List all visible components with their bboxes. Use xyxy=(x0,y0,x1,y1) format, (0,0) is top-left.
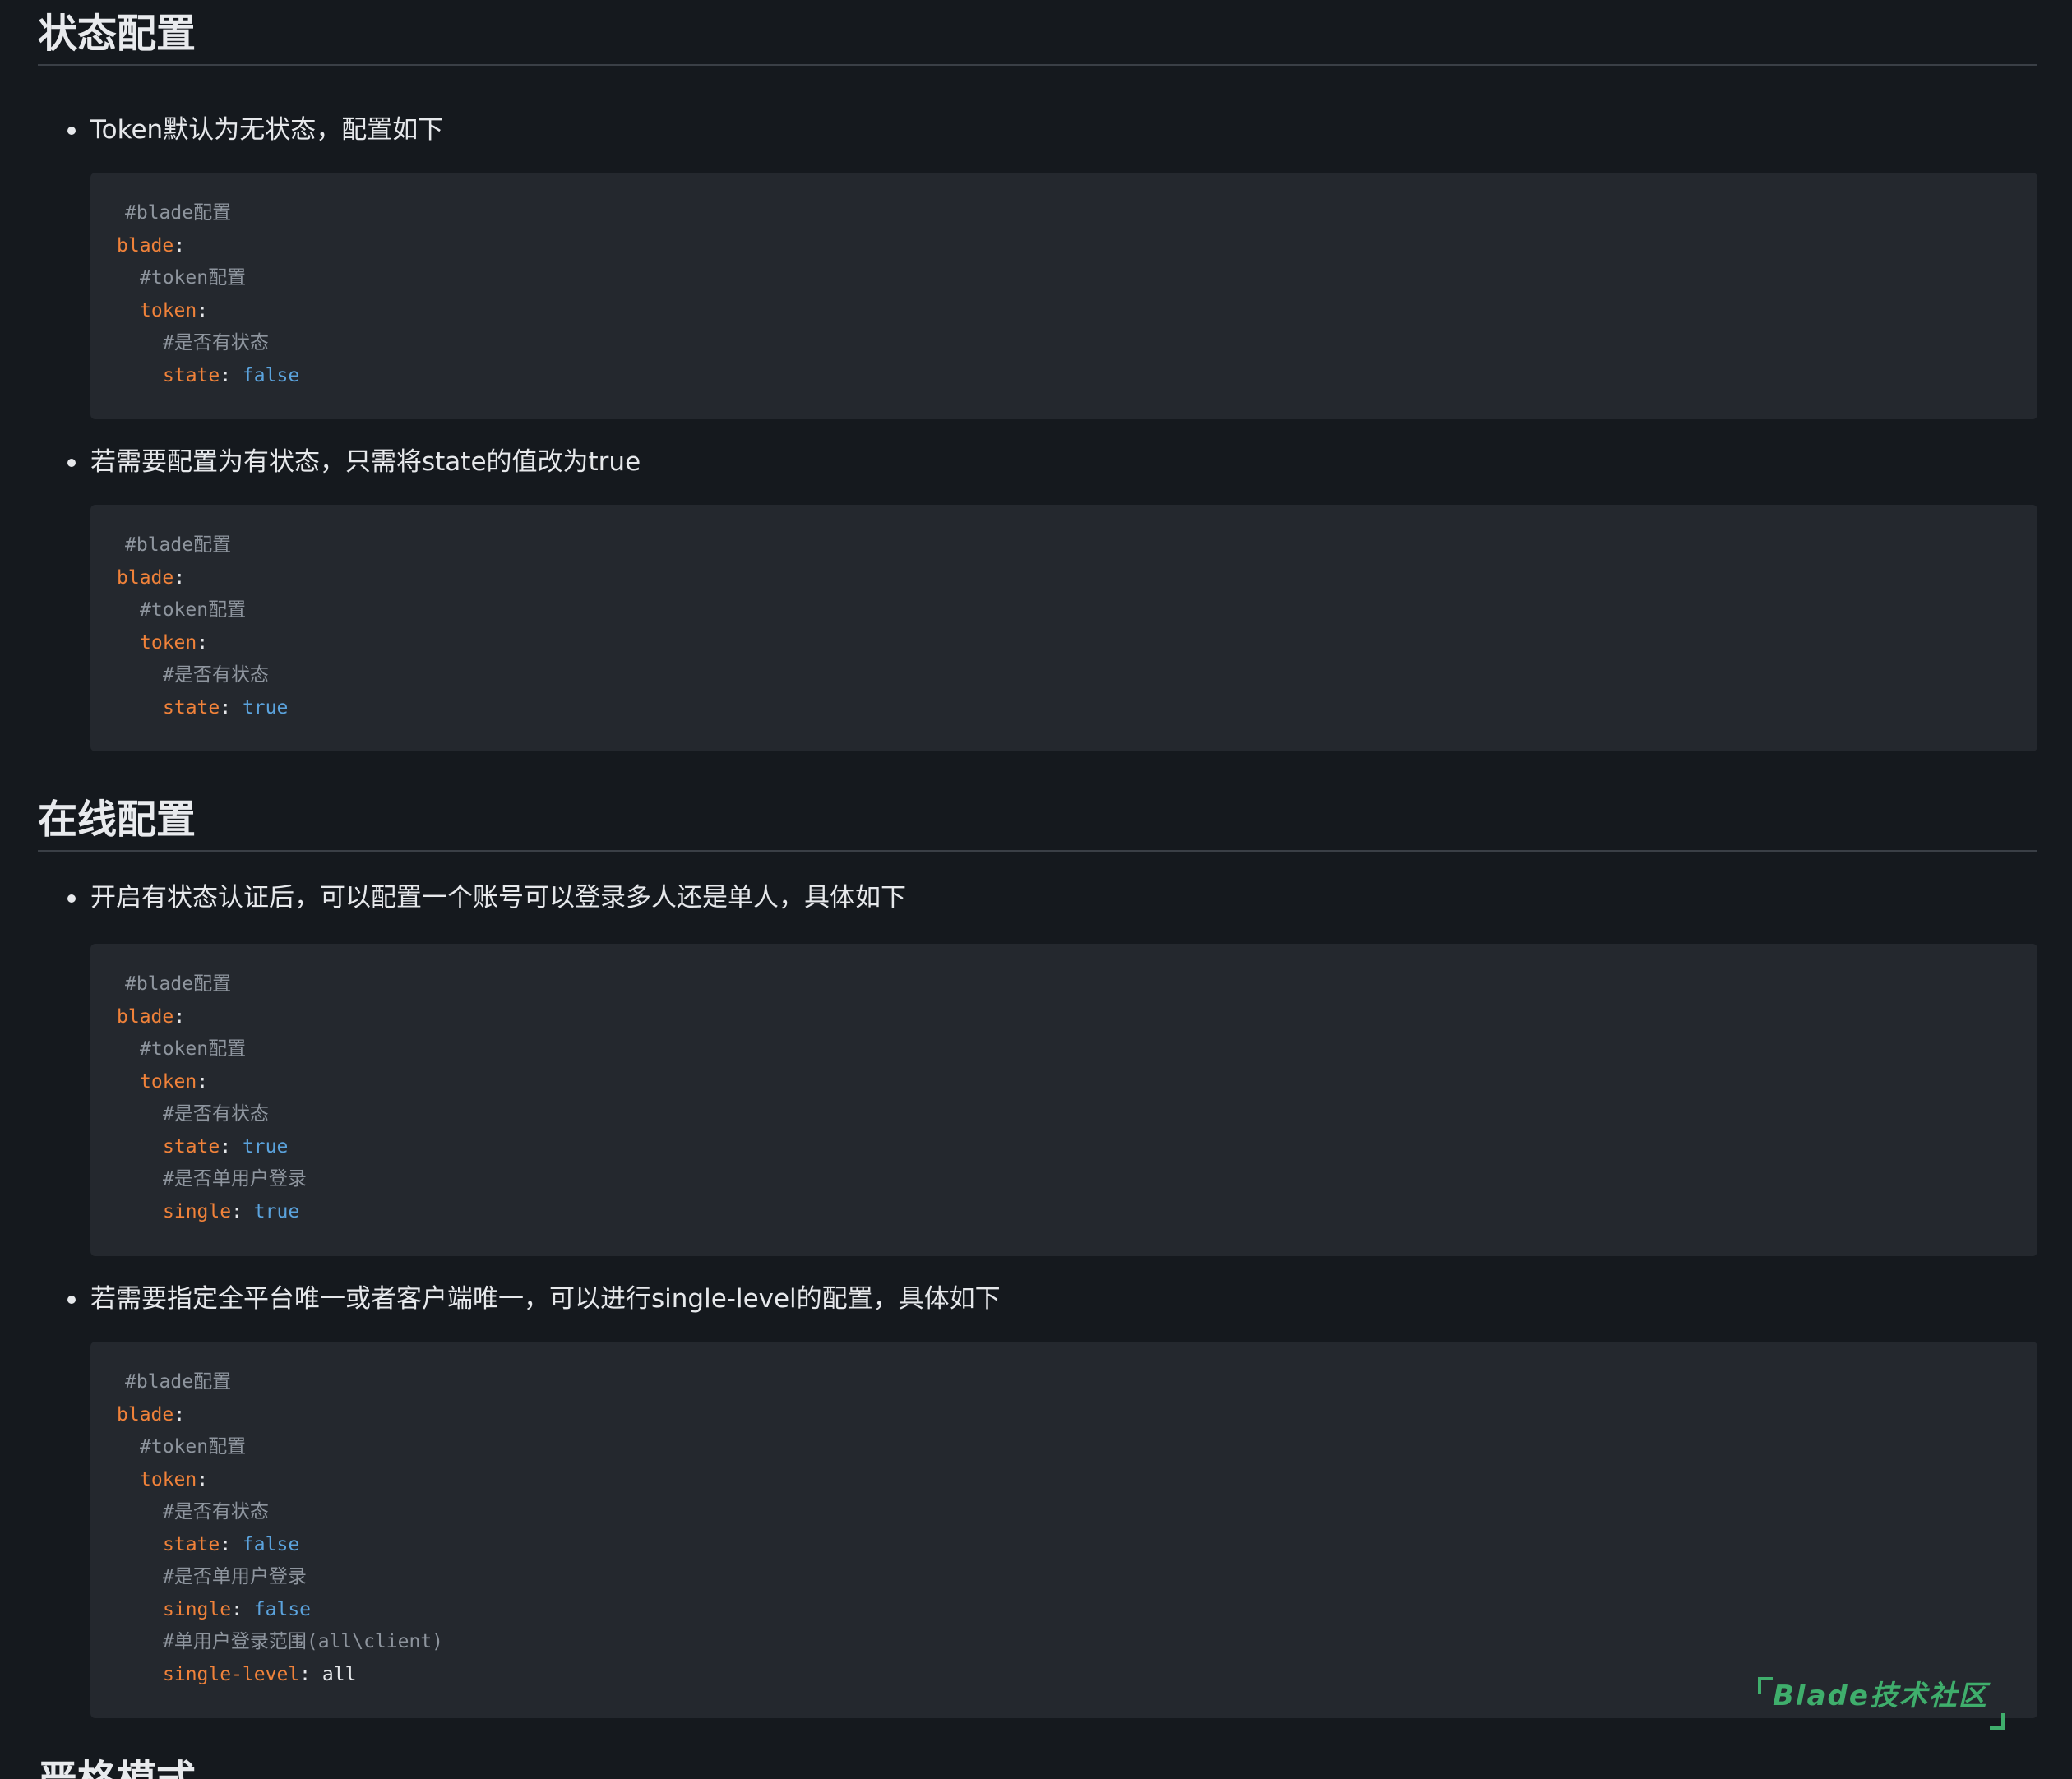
code-value: false xyxy=(242,1533,300,1555)
code-key: state xyxy=(163,1135,220,1158)
code-key: blade xyxy=(117,1005,174,1028)
section-heading-state-config: 状态配置 xyxy=(38,0,2037,66)
bullet-icon xyxy=(67,127,76,135)
section-heading-strict-mode: 严格模式 xyxy=(38,1746,2037,1779)
code-comment: #是否有状态 xyxy=(163,332,269,353)
list-item-text: Token默认为无状态，配置如下 xyxy=(90,115,444,145)
bullet-icon xyxy=(67,459,76,467)
code-comment: #blade配置 xyxy=(125,202,232,224)
list-item-text: 若需要配置为有状态，只需将state的值改为true xyxy=(90,447,641,477)
code-key: single-level xyxy=(163,1663,300,1685)
list-item: Token默认为无状态，配置如下 xyxy=(38,112,2037,148)
code-value: true xyxy=(242,1135,289,1158)
code-value: false xyxy=(242,364,300,386)
watermark-corner-top-left xyxy=(1758,1677,1773,1694)
code-comment: #token配置 xyxy=(140,599,247,621)
code-key: single xyxy=(163,1598,232,1620)
bullet-icon xyxy=(67,1296,76,1304)
code-value: false xyxy=(253,1598,312,1620)
code-key: blade xyxy=(117,234,174,256)
code-key: blade xyxy=(117,1403,174,1426)
code-comment: #是否单用户登录 xyxy=(163,1566,307,1587)
code-key: token xyxy=(140,299,197,321)
code-key: blade xyxy=(117,566,174,589)
code-key: state xyxy=(163,364,220,386)
code-comment: #是否有状态 xyxy=(163,1501,269,1523)
code-comment: #blade配置 xyxy=(125,534,232,556)
code-key: token xyxy=(140,1468,197,1490)
code-key: single xyxy=(163,1200,232,1222)
document-page: 状态配置 Token默认为无状态，配置如下 #blade配置 blade: #t… xyxy=(38,0,2037,1779)
watermark-logo: Blade技术社区 xyxy=(1758,1677,2005,1730)
code-comment: #blade配置 xyxy=(125,973,232,995)
code-comment: #token配置 xyxy=(140,267,247,289)
bullet-icon xyxy=(67,894,76,903)
code-value: all xyxy=(321,1663,357,1685)
code-block: #blade配置 blade: #token配置 token: #是否有状态 s… xyxy=(90,505,2037,751)
watermark-text: Blade技术社区 xyxy=(1773,1680,1988,1712)
code-key: token xyxy=(140,1070,197,1093)
list-item: 开启有状态认证后，可以配置一个账号可以登录多人还是单人，具体如下 xyxy=(38,880,2037,916)
code-comment: #是否有状态 xyxy=(163,1103,269,1125)
code-block: #blade配置 blade: #token配置 token: #是否有状态 s… xyxy=(90,173,2037,419)
code-block: #blade配置 blade: #token配置 token: #是否有状态 s… xyxy=(90,1342,2037,1730)
code-key: state xyxy=(163,1533,220,1555)
list-item: 若需要指定全平台唯一或者客户端唯一，可以进行single-level的配置，具体… xyxy=(38,1281,2037,1317)
list-item-text: 若需要指定全平台唯一或者客户端唯一，可以进行single-level的配置，具体… xyxy=(90,1284,1001,1314)
list-item-text: 开启有状态认证后，可以配置一个账号可以登录多人还是单人，具体如下 xyxy=(90,883,906,913)
code-comment: #token配置 xyxy=(140,1038,247,1060)
code-value: true xyxy=(253,1200,300,1222)
section-heading-online-config: 在线配置 xyxy=(38,786,2037,852)
watermark-corner-bottom-right xyxy=(1990,1713,2005,1730)
code-key: token xyxy=(140,631,197,654)
code-comment: #token配置 xyxy=(140,1436,247,1458)
list-item: 若需要配置为有状态，只需将state的值改为true xyxy=(38,444,2037,480)
code-comment: #单用户登录范围(all\client) xyxy=(163,1631,444,1652)
code-comment: #是否单用户登录 xyxy=(163,1168,307,1190)
code-comment: #blade配置 xyxy=(125,1371,232,1393)
code-value: true xyxy=(242,696,289,719)
code-key: state xyxy=(163,696,220,719)
code-comment: #是否有状态 xyxy=(163,664,269,686)
code-block: #blade配置 blade: #token配置 token: #是否有状态 s… xyxy=(90,944,2037,1256)
